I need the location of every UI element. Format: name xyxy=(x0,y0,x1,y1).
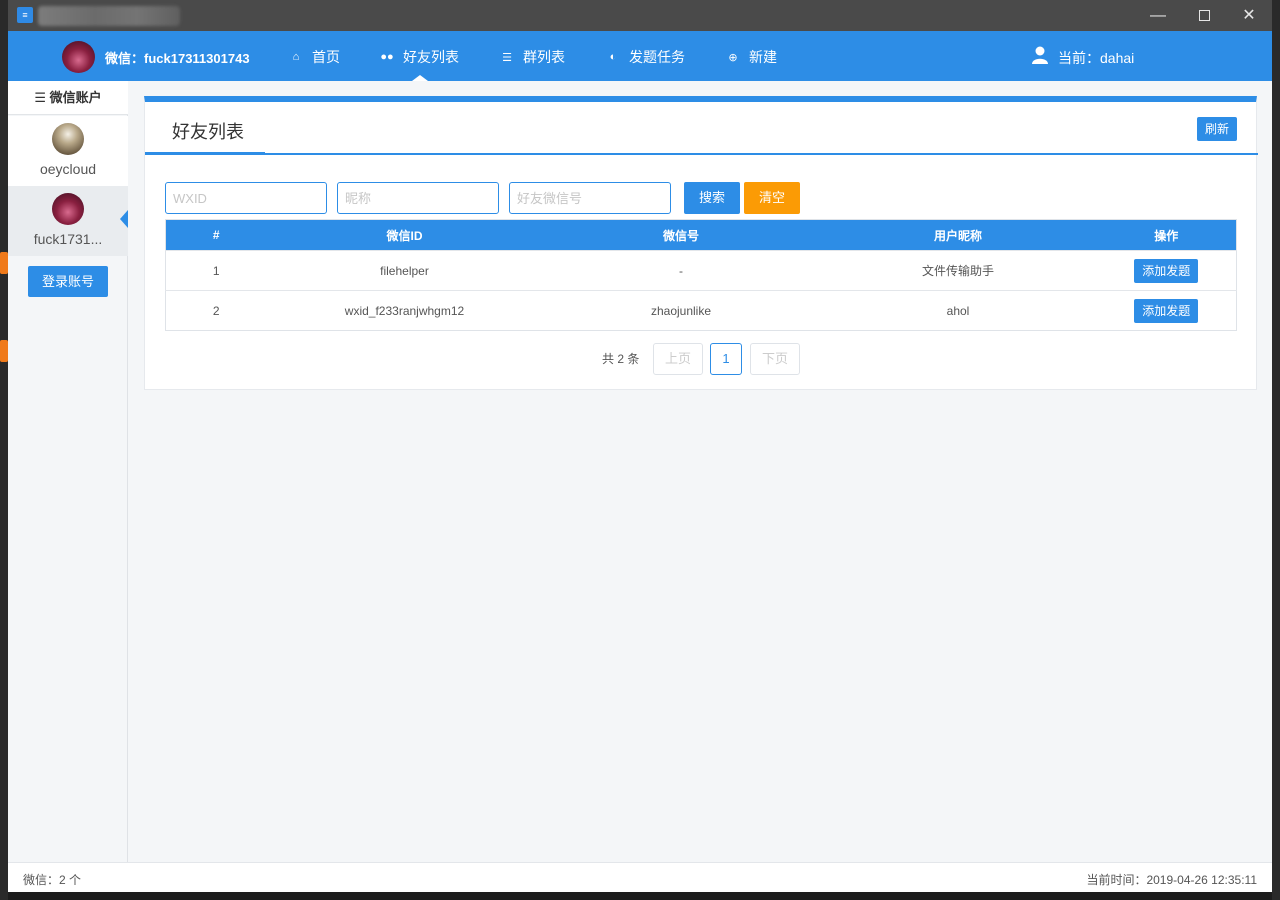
wechat-count: 微信：2 个 xyxy=(23,873,82,887)
nav-friend-list-label: 好友列表 xyxy=(403,49,459,65)
account-name: fuck1731... xyxy=(33,231,103,247)
column-header: 微信ID xyxy=(266,219,543,251)
nav-home[interactable]: ⌂ 首页 xyxy=(289,47,340,67)
avatar xyxy=(52,123,84,155)
cell-action: 添加发题 xyxy=(1096,250,1237,291)
sidebar-item-account-selected[interactable]: fuck1731... xyxy=(8,186,128,256)
current-user-label: 当前：dahai xyxy=(1058,50,1135,66)
nav-group-list[interactable]: ☰ 群列表 xyxy=(500,47,565,67)
selected-indicator xyxy=(120,210,128,228)
nav-new[interactable]: ⊕ 新建 xyxy=(726,47,777,67)
home-icon: ⌂ xyxy=(292,51,300,63)
app-icon: ≡ xyxy=(17,7,33,23)
login-account-button[interactable]: 登录账号 xyxy=(28,266,108,297)
prev-page-button[interactable]: 上页 xyxy=(653,343,703,375)
title-bar: ≡ — ✕ xyxy=(8,0,1272,31)
cell-wechat-no: zhaojunlike xyxy=(542,290,820,331)
user-icon xyxy=(1032,46,1048,64)
nav-task-label: 发题任务 xyxy=(629,49,685,65)
maximize-button[interactable] xyxy=(1181,0,1227,31)
top-nav: 微信：fuck17311301743 ⌂ 首页 ●● 好友列表 ☰ 群列表 ◐ … xyxy=(8,31,1272,81)
page-title: 好友列表 xyxy=(172,122,244,142)
list-icon: ☰ xyxy=(502,51,512,64)
desktop-icon-fragment xyxy=(0,340,8,362)
sidebar-header: ☰ 微信账户 xyxy=(8,81,128,115)
filter-icon: ☰ xyxy=(34,90,46,105)
cell-wxid: wxid_f233ranjwhgm12 xyxy=(266,290,543,331)
nav-friend-list[interactable]: ●● 好友列表 xyxy=(380,47,459,67)
table-row: 2 wxid_f233ranjwhgm12 zhaojunlike ahol 添… xyxy=(165,290,1237,331)
friend-list-panel: 好友列表 刷新 搜索 清空 # 微信ID 微信号 用户昵称 操作 1 fil xyxy=(144,96,1258,390)
cell-index: 1 xyxy=(165,250,267,291)
status-bar: 微信：2 个 当前时间：2019-04-26 12:35:11 xyxy=(8,862,1272,892)
task-icon: ◐ xyxy=(609,51,617,63)
add-task-button[interactable]: 添加发题 xyxy=(1134,258,1199,283)
cell-wxid: filehelper xyxy=(266,250,543,291)
friend-wechat-input[interactable] xyxy=(509,182,671,214)
table-row: 1 filehelper - 文件传输助手 添加发题 xyxy=(165,250,1237,291)
close-icon: ✕ xyxy=(1242,7,1256,24)
desktop-edge-left xyxy=(0,0,8,900)
page-1-button[interactable]: 1 xyxy=(710,343,742,375)
search-button[interactable]: 搜索 xyxy=(684,182,740,214)
minimize-icon: — xyxy=(1150,7,1166,24)
sidebar: ☰ 微信账户 oeycloud fuck1731... 登录账号 xyxy=(8,81,128,862)
clear-button[interactable]: 清空 xyxy=(744,182,800,214)
table-header-row: # 微信ID 微信号 用户昵称 操作 xyxy=(165,219,1237,251)
add-task-button[interactable]: 添加发题 xyxy=(1134,298,1199,323)
minimize-button[interactable]: — xyxy=(1135,0,1181,31)
desktop-icon-fragment xyxy=(0,252,8,274)
wxid-input[interactable] xyxy=(165,182,327,214)
column-header: 用户昵称 xyxy=(819,219,1097,251)
desktop-edge-right xyxy=(1272,0,1280,900)
maximize-icon xyxy=(1198,10,1210,22)
avatar xyxy=(62,41,95,73)
next-page-button[interactable]: 下页 xyxy=(750,343,800,375)
column-header: 操作 xyxy=(1096,219,1237,251)
cell-nickname: 文件传输助手 xyxy=(819,250,1097,291)
wechat-account-label: 微信：fuck17311301743 xyxy=(105,51,250,66)
close-button[interactable]: ✕ xyxy=(1226,0,1272,31)
friend-table: # 微信ID 微信号 用户昵称 操作 1 filehelper - 文件传输助手… xyxy=(165,219,1237,331)
pager-total: 共 2 条 xyxy=(602,352,640,366)
avatar xyxy=(52,193,84,225)
blurred-window-title xyxy=(38,6,180,26)
account-name: oeycloud xyxy=(39,161,97,177)
cell-action: 添加发题 xyxy=(1096,290,1237,331)
cell-nickname: ahol xyxy=(819,290,1097,331)
sidebar-item-account[interactable]: oeycloud xyxy=(8,116,128,186)
cell-wechat-no: - xyxy=(542,250,820,291)
column-header: 微信号 xyxy=(542,219,820,251)
cell-index: 2 xyxy=(165,290,267,331)
sidebar-title: 微信账户 xyxy=(49,90,102,105)
active-nav-indicator xyxy=(412,75,428,81)
nav-group-list-label: 群列表 xyxy=(523,49,565,65)
plus-circle-icon: ⊕ xyxy=(728,51,738,64)
nav-task[interactable]: ◐ 发题任务 xyxy=(606,47,685,67)
refresh-button[interactable]: 刷新 xyxy=(1197,117,1237,141)
title-tab-underline xyxy=(145,152,265,155)
users-icon: ●● xyxy=(380,51,394,63)
nav-new-label: 新建 xyxy=(749,49,777,65)
app-window: ≡ — ✕ 微信：fuck17311301743 ⌂ 首页 ●● 好友列表 ☰ … xyxy=(8,0,1272,892)
nav-home-label: 首页 xyxy=(312,49,340,65)
title-divider xyxy=(145,153,1258,155)
column-header: # xyxy=(165,219,267,251)
nickname-input[interactable] xyxy=(337,182,499,214)
current-time: 当前时间：2019-04-26 12:35:11 xyxy=(1086,873,1257,887)
